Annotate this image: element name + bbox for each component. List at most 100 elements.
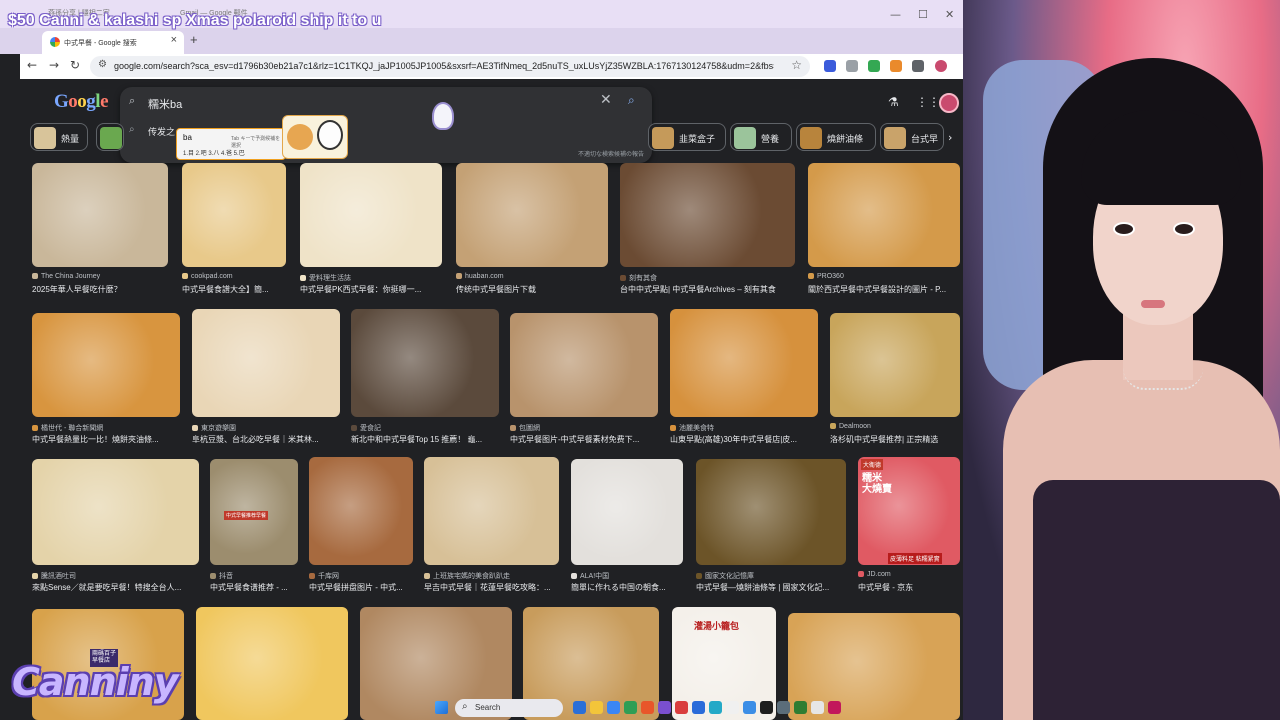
result-thumbnail[interactable] xyxy=(32,163,168,267)
taskbar-app-icon[interactable] xyxy=(573,701,586,714)
taskbar-search[interactable]: ⌕ Search xyxy=(455,699,563,717)
result-caption[interactable]: 山東早點(高雄)30年中式早餐店|皮... xyxy=(670,434,818,445)
image-result[interactable]: 東京遊樂園 阜杭豆漿、台北必吃早餐｜米其林... xyxy=(192,309,340,445)
result-source[interactable]: 千库网 xyxy=(309,571,339,581)
result-caption[interactable]: 中式早餐熱量比一比！燒餅夾油條... xyxy=(32,434,180,445)
image-result[interactable] xyxy=(196,607,348,720)
result-source[interactable]: PRO360 xyxy=(808,273,844,280)
result-thumbnail[interactable] xyxy=(456,163,608,267)
chip-item[interactable]: 台式早 xyxy=(880,123,944,151)
image-result[interactable]: 騰訊酒吐司 來點Sense／就是要吃早餐！特搜全台人... xyxy=(32,459,199,595)
back-button[interactable]: ← xyxy=(27,58,37,72)
profile-avatar[interactable] xyxy=(935,60,947,72)
result-thumbnail[interactable] xyxy=(424,457,559,565)
tab-active[interactable]: 中式早餐 - Google 搜索 × xyxy=(42,31,184,54)
search-input[interactable]: 糯米ba xyxy=(148,96,182,112)
result-caption[interactable]: 中式早餐—燒餅油條等 | 國家文化記... xyxy=(696,582,846,593)
google-logo[interactable]: Google xyxy=(54,91,108,113)
result-thumbnail[interactable] xyxy=(696,459,846,565)
image-result[interactable]: huaban.com 传统中式早餐图片下载 xyxy=(456,163,608,295)
taskbar-app-icon[interactable] xyxy=(828,701,841,714)
image-result[interactable]: 千库网 中式早餐拼盘图片 - 中式... xyxy=(309,457,413,595)
puzzle-extensions-icon[interactable] xyxy=(912,60,924,72)
result-thumbnail[interactable] xyxy=(182,163,286,267)
taskbar-app-icon[interactable] xyxy=(709,701,722,714)
result-source[interactable]: 池麗美食特 xyxy=(670,423,714,433)
extension-icon[interactable] xyxy=(824,60,836,72)
new-tab-button[interactable]: + xyxy=(190,32,198,47)
image-result[interactable]: Dealmoon 洛杉矶中式早餐推荐| 正宗精选 xyxy=(830,313,960,445)
result-source[interactable]: JD.com xyxy=(858,571,891,578)
result-source[interactable]: 愛食記 xyxy=(351,423,381,433)
result-thumbnail[interactable] xyxy=(670,309,818,417)
image-result[interactable]: ALA!中国 簡單に作れる中国の朝食... xyxy=(571,459,683,595)
result-caption[interactable]: 來點Sense／就是要吃早餐！特搜全台人... xyxy=(32,582,199,593)
image-result[interactable]: 上班族宅媽的美食趴趴走 早吉中式早餐｜花蓮早餐吃攻略：... xyxy=(424,457,559,595)
taskbar-app-icon[interactable] xyxy=(692,701,705,714)
result-caption[interactable]: 阜杭豆漿、台北必吃早餐｜米其林... xyxy=(192,434,340,445)
result-caption[interactable]: 中式早餐食譜大全】簡... xyxy=(182,284,286,295)
image-result[interactable]: 愛食記 新北中和中式早餐Top 15 推薦！ 龜... xyxy=(351,309,499,445)
result-caption[interactable]: 中式早餐拼盘图片 - 中式... xyxy=(309,582,413,593)
image-result[interactable]: 池麗美食特 山東早點(高雄)30年中式早餐店|皮... xyxy=(670,309,818,445)
result-thumbnail[interactable] xyxy=(510,313,658,417)
result-caption[interactable]: 中式早餐食谱推荐 - ... xyxy=(210,582,298,593)
result-thumbnail[interactable]: 大衛德 糯米 大燒賣 皮薄料足 粘糯紧實 xyxy=(858,457,960,565)
result-source[interactable]: 橘世代 - 聯合新聞網 xyxy=(32,423,103,433)
chip-item[interactable]: 燒餅油條 xyxy=(796,123,876,151)
result-source[interactable]: cookpad.com xyxy=(182,273,233,280)
forward-button[interactable]: → xyxy=(49,58,59,72)
result-thumbnail[interactable] xyxy=(309,457,413,565)
result-caption[interactable]: 2025年華人早餐吃什麼？ xyxy=(32,284,168,295)
result-thumbnail[interactable] xyxy=(300,163,442,267)
result-caption[interactable]: 洛杉矶中式早餐推荐| 正宗精选 xyxy=(830,434,960,445)
close-window-button[interactable]: ✕ xyxy=(945,8,954,21)
image-result[interactable]: PRO360 關於西式早餐中式早餐設計的圖片 - P... xyxy=(808,163,960,294)
result-caption[interactable]: 台中中式早點| 中式早餐Archives – 刻有其食 xyxy=(620,284,795,295)
result-caption[interactable]: 簡單に作れる中国の朝食... xyxy=(571,582,683,593)
clear-search-icon[interactable]: ✕ xyxy=(600,92,612,108)
bookmark-star-icon[interactable]: ☆ xyxy=(791,58,802,72)
extension-icon[interactable] xyxy=(890,60,902,72)
extension-icon[interactable] xyxy=(868,60,880,72)
taskbar-app-icon[interactable] xyxy=(811,701,824,714)
search-submit-icon[interactable]: ⌕ xyxy=(628,93,635,108)
account-avatar[interactable] xyxy=(939,93,959,113)
result-thumbnail[interactable] xyxy=(32,459,199,565)
windows-start-icon[interactable] xyxy=(435,701,448,714)
image-result[interactable]: 包圖網 中式早餐图片-中式早餐素材免费下... xyxy=(510,313,658,445)
result-caption[interactable]: 中式早餐 - 京东 xyxy=(858,582,960,593)
taskbar-app-icon[interactable] xyxy=(760,701,773,714)
taskbar-app-icon[interactable] xyxy=(607,701,620,714)
taskbar-app-icon[interactable] xyxy=(590,701,603,714)
result-source[interactable]: 抖音 xyxy=(210,571,233,581)
taskbar-app-icon[interactable] xyxy=(624,701,637,714)
image-result[interactable]: 橘世代 - 聯合新聞網 中式早餐熱量比一比！燒餅夾油條... xyxy=(32,313,180,445)
result-thumbnail[interactable] xyxy=(351,309,499,417)
image-result[interactable]: cookpad.com 中式早餐食譜大全】簡... xyxy=(182,163,286,295)
result-caption[interactable]: 传统中式早餐图片下载 xyxy=(456,284,608,295)
result-thumbnail[interactable] xyxy=(571,459,683,565)
image-result[interactable]: 刻有其食 台中中式早點| 中式早餐Archives – 刻有其食 xyxy=(620,163,795,295)
result-source[interactable]: 刻有其食 xyxy=(620,273,657,283)
image-result[interactable]: The China Journey 2025年華人早餐吃什麼？ xyxy=(32,163,168,295)
result-caption[interactable]: 中式早餐图片-中式早餐素材免费下... xyxy=(510,434,658,445)
maximize-button[interactable]: ☐ xyxy=(918,8,928,21)
result-source[interactable]: 國家文化記憶庫 xyxy=(696,571,754,581)
taskbar-app-icon[interactable] xyxy=(777,701,790,714)
result-source[interactable]: 上班族宅媽的美食趴趴走 xyxy=(424,571,510,581)
result-source[interactable]: Dealmoon xyxy=(830,423,871,430)
result-thumbnail[interactable] xyxy=(620,163,795,267)
extension-icon[interactable] xyxy=(846,60,858,72)
image-result[interactable]: 中式早餐推荐早餐 抖音 中式早餐食谱推荐 - ... xyxy=(210,459,298,595)
image-result[interactable]: 大衛德 糯米 大燒賣 皮薄料足 粘糯紧實 JD.com 中式早餐 - 京东 xyxy=(858,457,960,595)
minimize-button[interactable]: — xyxy=(890,8,901,21)
taskbar-app-icon[interactable] xyxy=(794,701,807,714)
result-source[interactable]: The China Journey xyxy=(32,273,100,280)
result-thumbnail[interactable] xyxy=(196,607,348,720)
address-bar[interactable]: ⚙ google.com/search?sca_esv=d1796b30eb21… xyxy=(90,56,810,77)
result-source[interactable]: 愛料理生活誌 xyxy=(300,273,351,283)
close-tab-icon[interactable]: × xyxy=(171,34,177,46)
result-thumbnail[interactable] xyxy=(808,163,960,267)
result-thumbnail[interactable] xyxy=(830,313,960,417)
